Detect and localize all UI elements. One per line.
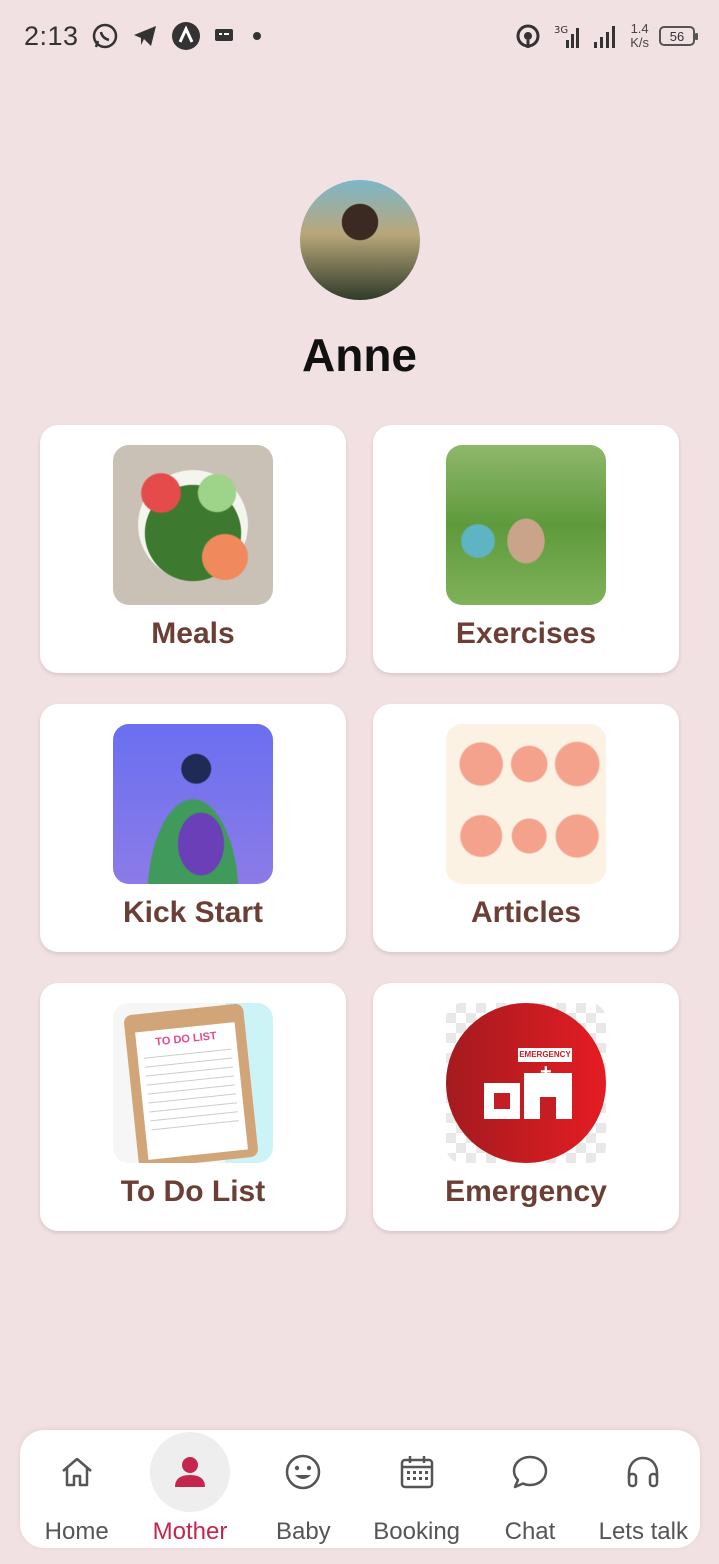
app-a-icon <box>171 21 201 51</box>
todo-image-title: TO DO LIST <box>154 1030 218 1049</box>
card-label: Meals <box>151 617 235 650</box>
calendar-icon <box>400 1456 433 1489</box>
meals-image <box>113 445 273 605</box>
nav-item-baby[interactable]: Baby <box>247 1430 360 1548</box>
emergency-card[interactable]: EMERGENCY + Emergency <box>373 983 679 1231</box>
card-label: To Do List <box>120 1175 266 1208</box>
status-time: 2:13 <box>24 20 79 51</box>
kick-start-image <box>113 724 273 884</box>
person-icon <box>174 1457 205 1487</box>
clipboard-illustration: TO DO LIST <box>123 1003 259 1163</box>
emergency-image: EMERGENCY + <box>446 1003 606 1163</box>
message-icon <box>213 25 235 47</box>
card-label: Exercises <box>455 617 597 650</box>
headphones-icon <box>628 1456 659 1488</box>
meals-card[interactable]: Meals <box>40 425 346 673</box>
card-label: Articles <box>470 896 582 929</box>
smiley-icon <box>286 1454 321 1490</box>
bottom-nav: Home Mother Baby Booking Chat Lets talk <box>20 1430 700 1548</box>
kick-start-card[interactable]: Kick Start <box>40 704 346 952</box>
nav-label: Booking <box>373 1518 461 1545</box>
nav-item-chat[interactable]: Chat <box>473 1430 586 1548</box>
card-label: Emergency <box>445 1175 607 1208</box>
nav-item-home[interactable]: Home <box>20 1430 133 1548</box>
articles-image <box>446 724 606 884</box>
svg-text:3G: 3G <box>554 25 568 36</box>
articles-card[interactable]: Articles <box>373 704 679 952</box>
signal-icon <box>592 22 620 50</box>
to-do-list-image: TO DO LIST <box>113 1003 273 1163</box>
telegram-icon <box>131 22 159 50</box>
battery-indicator: 56 <box>659 26 698 46</box>
nav-label: Baby <box>275 1518 331 1545</box>
whatsapp-icon <box>91 22 119 50</box>
home-icon <box>61 1457 92 1487</box>
nav-label: Mother <box>152 1518 228 1545</box>
to-do-list-card[interactable]: TO DO LIST To Do List <box>40 983 346 1231</box>
status-bar: 2:13 3G 1.4 K/s 56 <box>0 0 719 72</box>
user-name: Anne <box>302 329 417 381</box>
nav-label: Lets talk <box>598 1518 688 1545</box>
card-label: Kick Start <box>122 896 264 929</box>
exercises-card[interactable]: Exercises <box>373 425 679 673</box>
nav-item-lets-talk[interactable]: Lets talk <box>587 1430 700 1548</box>
nav-label: Chat <box>504 1518 556 1545</box>
emergency-sign: EMERGENCY <box>518 1048 572 1062</box>
nav-item-booking[interactable]: Booking <box>360 1430 473 1548</box>
chat-bubble-icon <box>512 1455 548 1489</box>
signal-3g-icon: 3G <box>552 22 582 50</box>
avatar[interactable] <box>300 180 420 300</box>
exercises-image <box>446 445 606 605</box>
emergency-hospital-icon: EMERGENCY + <box>446 1003 606 1163</box>
hotspot-icon <box>514 22 542 50</box>
nav-label: Home <box>44 1518 109 1545</box>
nav-item-mother[interactable]: Mother <box>133 1430 246 1548</box>
dot-icon <box>247 26 267 46</box>
network-speed: 1.4 K/s <box>630 21 649 50</box>
